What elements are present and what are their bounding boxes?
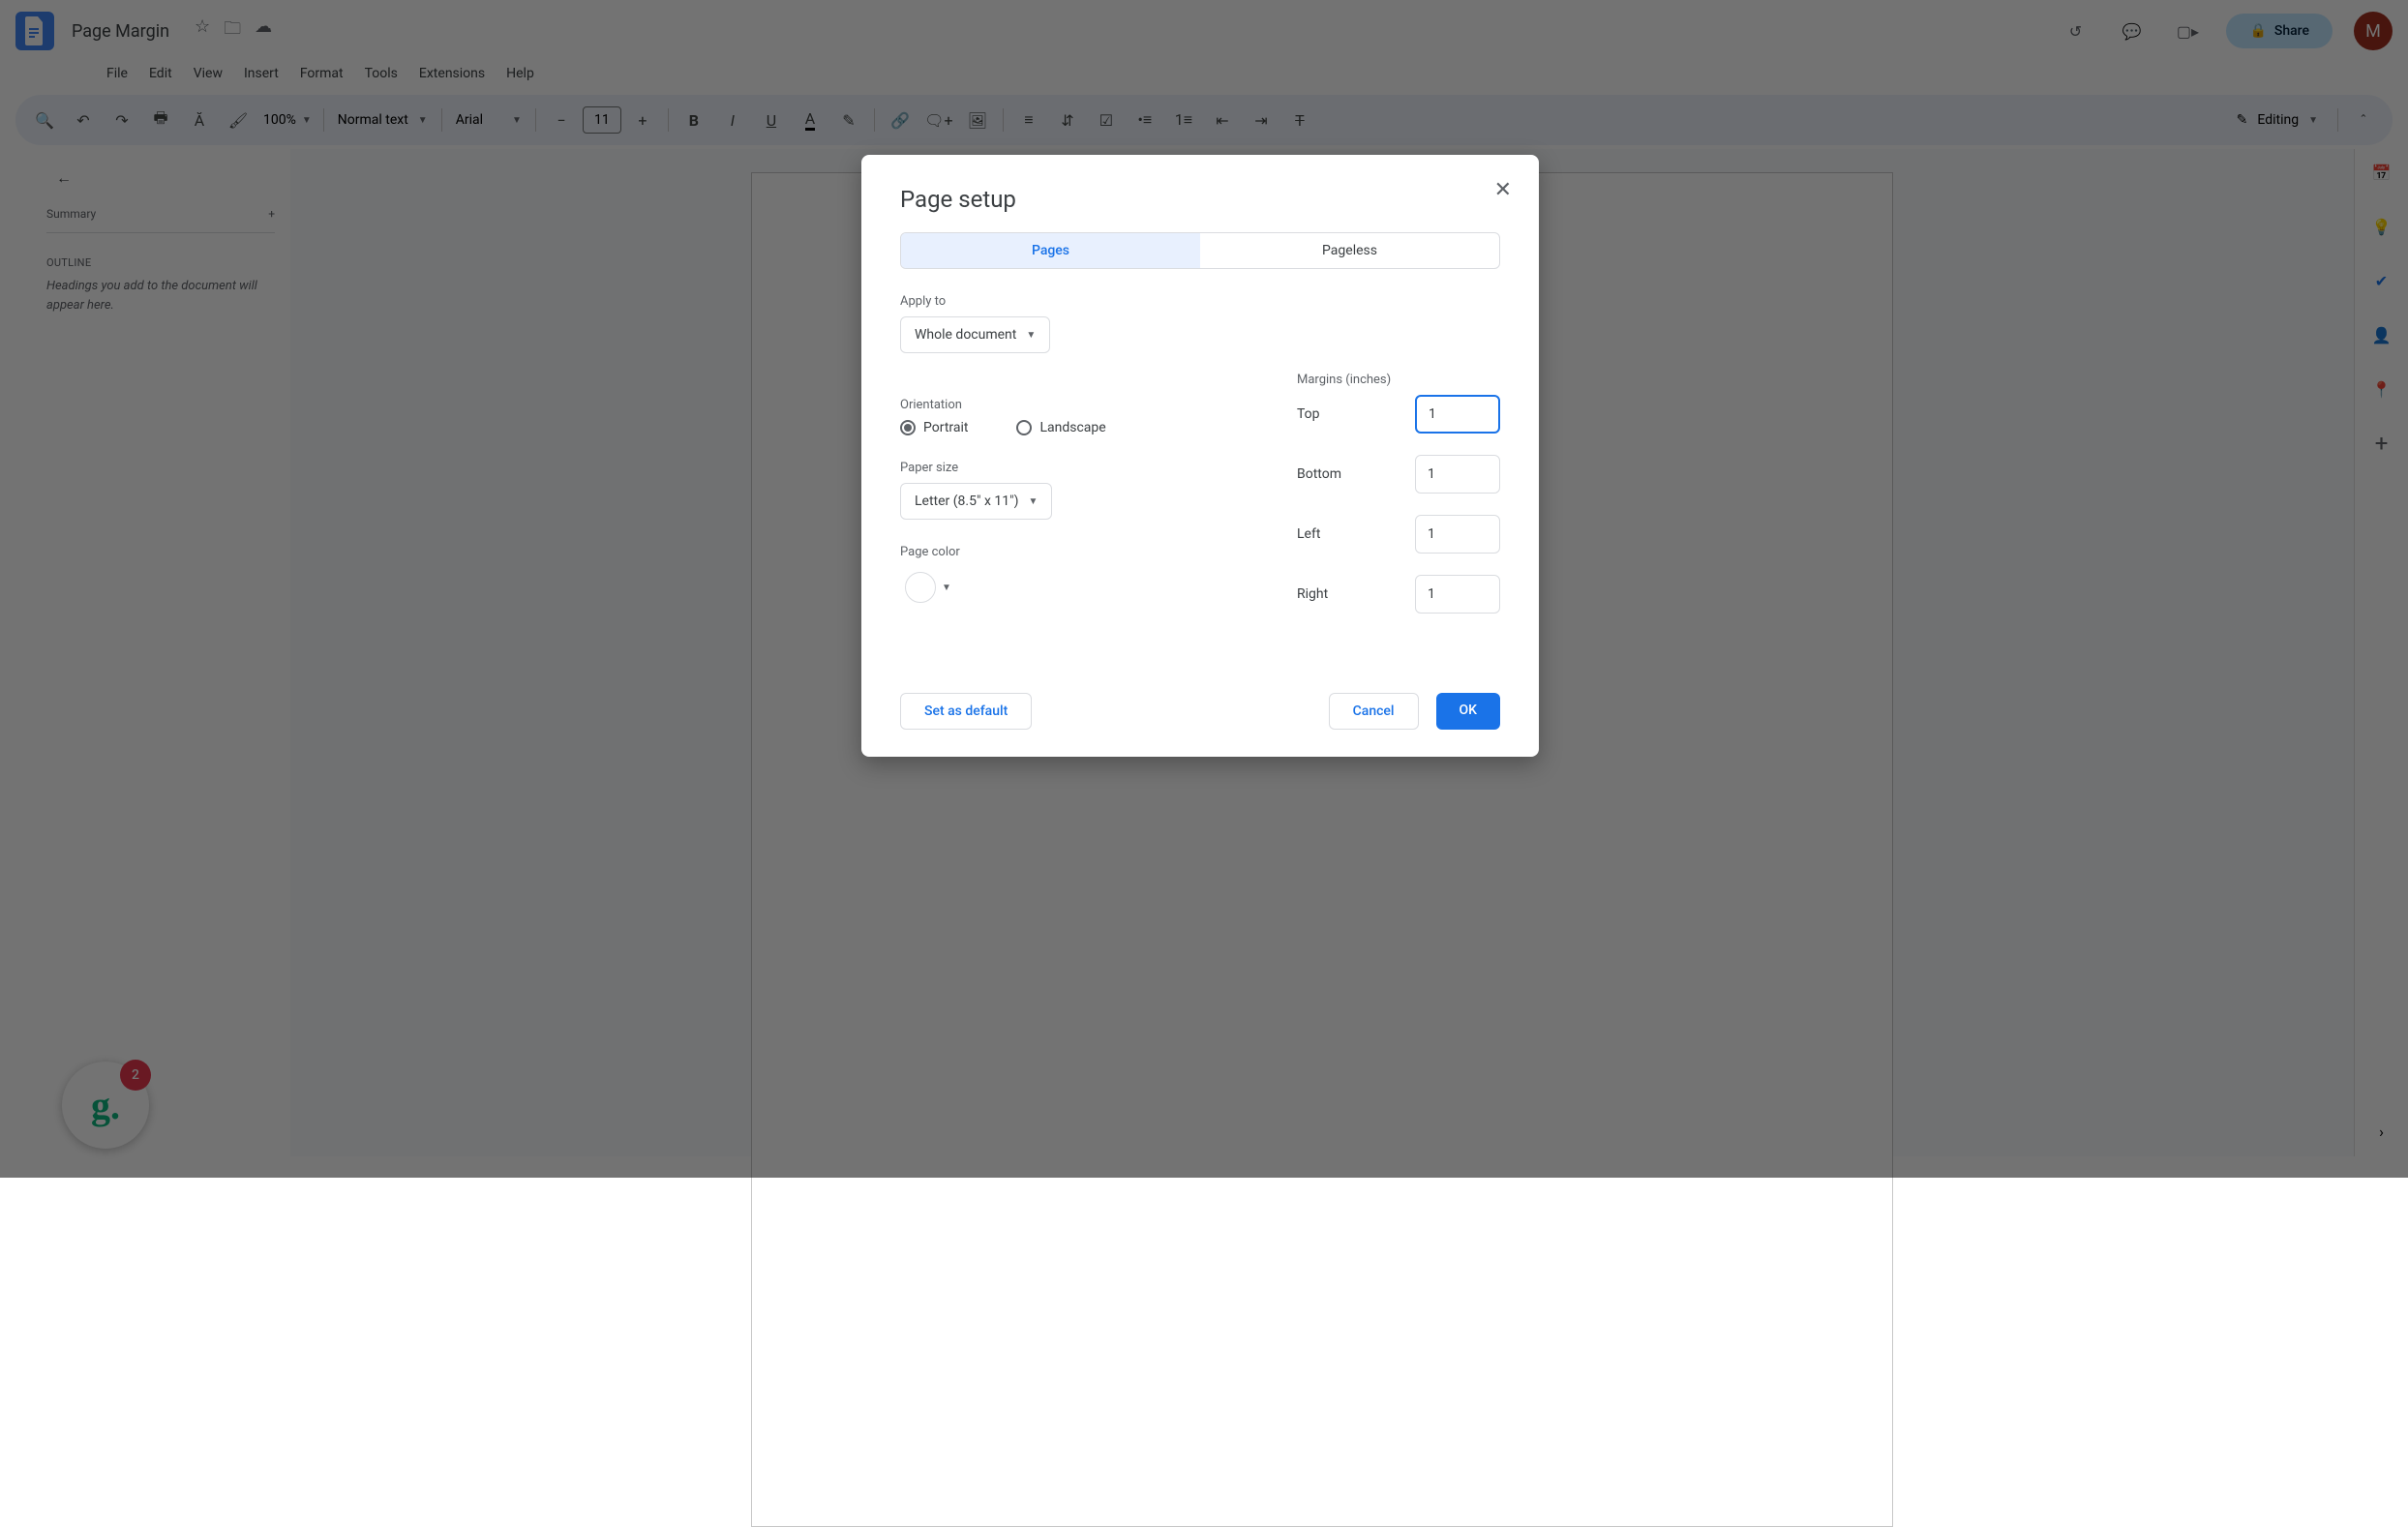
menu-insert[interactable]: Insert <box>234 62 288 85</box>
ok-button[interactable]: OK <box>1436 693 1501 730</box>
margin-top-label: Top <box>1297 406 1320 422</box>
add-summary-icon[interactable]: + <box>268 207 275 221</box>
insert-image-icon[interactable]: 🖼 <box>960 103 995 137</box>
orientation-label: Orientation <box>900 398 1239 412</box>
summary-label: Summary <box>46 207 96 221</box>
page-color-label: Page color <box>900 545 1239 559</box>
meet-icon[interactable]: ▢▸ <box>2170 14 2205 48</box>
share-button[interactable]: 🔒 Share <box>2226 14 2333 48</box>
outline-panel: ← Summary + OUTLINE Headings you add to … <box>0 149 290 1156</box>
underline-icon[interactable]: U <box>754 103 789 137</box>
radio-checked-icon <box>900 420 916 435</box>
contacts-icon[interactable]: 👤 <box>2368 321 2395 348</box>
color-swatch-icon <box>905 572 936 603</box>
menu-tools[interactable]: Tools <box>355 62 407 85</box>
close-icon[interactable]: ✕ <box>1494 178 1512 202</box>
grammarly-badge[interactable]: g. 2 <box>62 1062 149 1149</box>
spellcheck-icon[interactable]: Ă <box>182 103 217 137</box>
maps-icon[interactable]: 📍 <box>2368 375 2395 403</box>
hide-menus-icon[interactable]: ˆ <box>2346 103 2381 137</box>
zoom-select[interactable]: 100%▼ <box>259 112 316 128</box>
page-color-select[interactable]: ▼ <box>900 567 956 608</box>
paper-size-label: Paper size <box>900 461 1239 475</box>
orientation-portrait-radio[interactable]: Portrait <box>900 420 968 435</box>
paper-size-select[interactable]: Letter (8.5" x 11")▼ <box>900 483 1052 520</box>
star-icon[interactable]: ☆ <box>195 16 210 45</box>
radio-unchecked-icon <box>1016 420 1032 435</box>
get-addons-icon[interactable]: + <box>2368 430 2395 457</box>
margin-right-label: Right <box>1297 586 1328 602</box>
menu-view[interactable]: View <box>184 62 232 85</box>
italic-icon[interactable]: I <box>715 103 750 137</box>
lock-icon: 🔒 <box>2249 23 2266 39</box>
cloud-status-icon[interactable]: ☁ <box>255 16 272 45</box>
add-comment-icon[interactable]: 🗨+ <box>921 103 956 137</box>
search-menus-icon[interactable]: 🔍 <box>27 103 62 137</box>
align-icon[interactable]: ≡ <box>1011 103 1046 137</box>
keep-icon[interactable]: 💡 <box>2368 213 2395 240</box>
apply-to-select[interactable]: Whole document▼ <box>900 316 1050 353</box>
hide-side-panel-icon[interactable]: › <box>2368 1118 2395 1145</box>
tab-pages[interactable]: Pages <box>901 233 1200 268</box>
margins-label: Margins (inches) <box>1297 373 1500 387</box>
toolbar: 🔍 ↶ ↷ 🖶 Ă 🖌 100%▼ Normal text▼ Arial▼ − … <box>15 95 2393 145</box>
text-color-icon[interactable]: A <box>793 103 828 137</box>
menu-format[interactable]: Format <box>290 62 353 85</box>
calendar-icon[interactable]: 📅 <box>2368 159 2395 186</box>
menu-bar: File Edit View Insert Format Tools Exten… <box>0 62 2408 91</box>
orientation-landscape-radio[interactable]: Landscape <box>1016 420 1105 435</box>
margin-top-input[interactable] <box>1415 395 1500 434</box>
decrease-font-icon[interactable]: − <box>544 103 579 137</box>
share-label: Share <box>2274 23 2309 39</box>
increase-indent-icon[interactable]: ⇥ <box>1244 103 1279 137</box>
font-select[interactable]: Arial▼ <box>450 112 527 128</box>
margin-bottom-label: Bottom <box>1297 466 1341 482</box>
print-icon[interactable]: 🖶 <box>143 103 178 137</box>
numbered-list-icon[interactable]: 1≡ <box>1166 103 1201 137</box>
bold-icon[interactable]: B <box>677 103 711 137</box>
margin-bottom-input[interactable] <box>1415 455 1500 494</box>
line-spacing-icon[interactable]: ⇵ <box>1050 103 1085 137</box>
redo-icon[interactable]: ↷ <box>105 103 139 137</box>
outline-back-icon[interactable]: ← <box>46 161 81 195</box>
menu-edit[interactable]: Edit <box>139 62 182 85</box>
editing-mode-select[interactable]: ✎ Editing ▼ <box>2225 108 2330 132</box>
margin-right-input[interactable] <box>1415 575 1500 614</box>
docs-logo-icon[interactable] <box>15 12 54 50</box>
undo-icon[interactable]: ↶ <box>66 103 101 137</box>
move-icon[interactable]: 🗀 <box>224 16 241 45</box>
checklist-icon[interactable]: ☑ <box>1089 103 1124 137</box>
menu-file[interactable]: File <box>97 62 137 85</box>
paragraph-style-select[interactable]: Normal text▼ <box>332 112 434 128</box>
comments-icon[interactable]: 💬 <box>2114 14 2149 48</box>
pencil-icon: ✎ <box>2237 112 2248 128</box>
grammarly-count: 2 <box>120 1060 151 1091</box>
increase-font-icon[interactable]: + <box>625 103 660 137</box>
menu-extensions[interactable]: Extensions <box>409 62 495 85</box>
doc-title[interactable]: Page Margin <box>66 19 175 44</box>
decrease-indent-icon[interactable]: ⇤ <box>1205 103 1240 137</box>
history-icon[interactable]: ↺ <box>2058 14 2092 48</box>
cancel-button[interactable]: Cancel <box>1329 693 1419 730</box>
margin-left-label: Left <box>1297 526 1320 542</box>
highlight-color-icon[interactable]: ✎ <box>831 103 866 137</box>
insert-link-icon[interactable]: 🔗 <box>883 103 918 137</box>
side-panel: 📅 💡 ✔ 👤 📍 + › <box>2354 149 2408 1156</box>
paint-format-icon[interactable]: 🖌 <box>221 103 256 137</box>
outline-help-text: Headings you add to the document will ap… <box>46 277 275 314</box>
dialog-title: Page setup <box>900 186 1500 213</box>
tab-pageless[interactable]: Pageless <box>1200 233 1499 268</box>
margin-left-input[interactable] <box>1415 515 1500 554</box>
tasks-icon[interactable]: ✔ <box>2368 267 2395 294</box>
set-as-default-button[interactable]: Set as default <box>900 693 1032 730</box>
page-setup-dialog: Page setup ✕ Pages Pageless Apply to Who… <box>861 155 1539 757</box>
apply-to-label: Apply to <box>900 294 1500 309</box>
bulleted-list-icon[interactable]: •≡ <box>1128 103 1162 137</box>
font-size-input[interactable]: 11 <box>583 106 621 134</box>
clear-formatting-icon[interactable]: T <box>1282 103 1317 137</box>
menu-help[interactable]: Help <box>497 62 544 85</box>
account-avatar[interactable]: M <box>2354 12 2393 50</box>
outline-heading: OUTLINE <box>46 256 275 269</box>
